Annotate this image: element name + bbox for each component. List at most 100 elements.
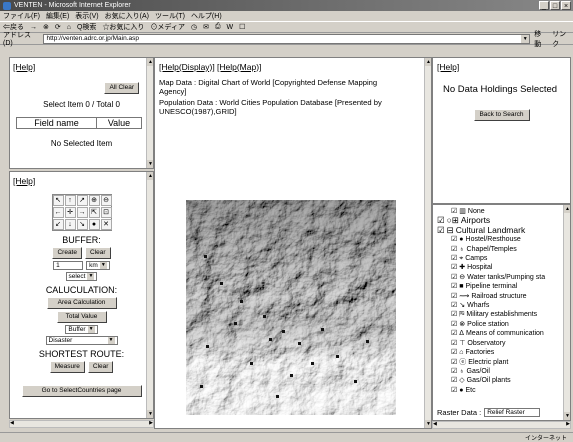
route-clear-button[interactable]: Clear — [87, 361, 114, 373]
pan-w-icon[interactable]: ← — [52, 207, 64, 218]
layer-checkbox[interactable]: ☑ — [451, 376, 457, 385]
layer-checkbox[interactable]: ☑ — [451, 339, 457, 348]
pan-se-icon[interactable]: ↘ — [76, 219, 88, 230]
legend-item[interactable]: ☑ ⟿ Railroad structure — [437, 292, 566, 301]
layer-checkbox[interactable]: ☑ — [451, 245, 457, 254]
legend-item[interactable]: ☑ ♁ Chapel/Temples — [437, 245, 566, 254]
legend-item[interactable]: ☑ ● Hostel/Resthouse — [437, 235, 566, 244]
legend-hscrollbar[interactable]: ◀ ▶ — [432, 421, 571, 429]
scroll-left-icon[interactable]: ◀ — [433, 421, 437, 427]
legend-item[interactable]: ☑ ♁ Gas/Oil — [437, 367, 566, 376]
menu-favorites[interactable]: お気に入り(A) — [105, 11, 149, 21]
pan-sw-icon[interactable]: ↙ — [52, 219, 64, 230]
refresh-icon[interactable]: ⟳ — [55, 23, 61, 31]
area-calculation-button[interactable]: Area Calculation — [46, 297, 117, 309]
scroll-up-icon[interactable]: ▲ — [425, 58, 431, 66]
legend-item[interactable]: ☑ ⊟ Cultural Landmark — [437, 225, 566, 235]
legend-item[interactable]: ☑ Δ Means of communication — [437, 329, 566, 338]
layer-checkbox[interactable]: ☑ — [451, 386, 457, 395]
buffer-target-select[interactable]: select ▼ — [65, 272, 98, 281]
mail-icon[interactable]: ✉ — [203, 23, 209, 31]
scroll-right-icon[interactable]: ▶ — [566, 421, 570, 427]
clear-icon[interactable]: ✕ — [100, 219, 112, 230]
legend-item[interactable]: ☑ ⊗ Police station — [437, 320, 566, 329]
maximize-button[interactable]: □ — [550, 1, 560, 10]
layer-checkbox[interactable]: ☑ — [451, 310, 457, 319]
selection-help-link[interactable]: [Help] — [13, 62, 35, 72]
legend-scrollbar[interactable]: ▲ ▼ — [563, 205, 570, 420]
legend-item[interactable]: ☑ ◇ Gas/Oil plants — [437, 376, 566, 385]
address-input[interactable]: http://venten.adrc.or.jp/Main.asp ▼ — [43, 33, 531, 44]
discuss-icon[interactable]: ☐ — [239, 23, 245, 31]
legend-item[interactable]: ☑ ⓔ Electric plant — [437, 358, 566, 367]
buffer-option-select[interactable]: Buffer ▼ — [65, 325, 98, 334]
stop-icon[interactable]: ⊗ — [43, 23, 49, 31]
scroll-right-icon[interactable]: ▶ — [149, 420, 153, 426]
legend-item[interactable]: ☑ ■ Pipeline terminal — [437, 282, 566, 291]
layer-checkbox[interactable]: ☑ — [451, 282, 457, 291]
total-value-button[interactable]: Total Value — [56, 311, 107, 323]
menu-help[interactable]: ヘルプ(H) — [191, 11, 222, 21]
pan-s-icon[interactable]: ↓ — [64, 219, 76, 230]
raster-data-select[interactable]: Relief Raster — [484, 408, 541, 417]
layer-checkbox[interactable]: ☑ — [437, 225, 445, 235]
media-button[interactable]: ⊙メディア — [150, 22, 185, 32]
legend-item[interactable]: ☑ ⌖ Camps — [437, 254, 566, 263]
scroll-up-icon[interactable]: ▲ — [147, 58, 153, 66]
pan-center-icon[interactable]: ✛ — [64, 207, 76, 218]
layer-checkbox[interactable]: ☑ — [451, 367, 457, 376]
layer-checkbox[interactable]: ☑ — [451, 254, 457, 263]
pan-n-icon[interactable]: ↑ — [64, 195, 76, 206]
links-button[interactable]: リンク — [552, 29, 573, 49]
address-url[interactable]: http://venten.adrc.or.jp/Main.asp — [46, 34, 139, 43]
go-button[interactable]: 移動 — [534, 29, 548, 49]
buffer-clear-button[interactable]: Clear — [84, 247, 111, 259]
minimize-button[interactable]: _ — [539, 1, 549, 10]
legend-item[interactable]: ☑ ● Etc — [437, 386, 566, 395]
selection-scrollbar[interactable]: ▲ ▼ — [146, 58, 153, 168]
legend-item[interactable]: ☑ ⛿ Military establishments — [437, 310, 566, 319]
menu-file[interactable]: ファイル(F) — [3, 11, 40, 21]
favorites-button[interactable]: ☆お気に入り — [102, 22, 144, 32]
relief-map-image[interactable] — [186, 200, 396, 415]
select-pointer-icon[interactable]: ⇱ — [88, 207, 100, 218]
scroll-up-icon[interactable]: ▲ — [147, 172, 153, 180]
legend-item[interactable]: ☑ ✚ Hospital — [437, 263, 566, 272]
back-to-search-button[interactable]: Back to Search — [473, 109, 530, 121]
layer-checkbox[interactable]: ☑ — [451, 301, 457, 310]
help-map-link[interactable]: [Help(Map)] — [217, 62, 261, 72]
layer-checkbox[interactable]: ☑ — [451, 358, 457, 367]
menu-view[interactable]: 表示(V) — [75, 11, 98, 21]
unit-select[interactable]: km ▼ — [86, 261, 110, 270]
map-scrollbar[interactable]: ▲ ▼ — [424, 58, 431, 428]
scroll-down-icon[interactable]: ▼ — [147, 160, 153, 168]
scroll-left-icon[interactable]: ◀ — [10, 420, 14, 426]
layer-checkbox[interactable]: ☑ — [451, 235, 457, 244]
scroll-down-icon[interactable]: ▼ — [425, 420, 431, 428]
pan-e-icon[interactable]: → — [76, 207, 88, 218]
zoom-in-icon[interactable]: ⊕ — [88, 195, 100, 206]
goto-select-countries-button[interactable]: Go to SelectCountries page — [21, 385, 142, 397]
layer-checkbox[interactable]: ☑ — [451, 292, 457, 301]
buffer-create-button[interactable]: Create — [52, 247, 82, 259]
scroll-down-icon[interactable]: ▼ — [564, 412, 570, 420]
legend-item[interactable]: ☑ ↘ Wharfs — [437, 301, 566, 310]
layer-checkbox[interactable]: ☑ — [451, 320, 457, 329]
layer-checkbox[interactable]: ☑ — [451, 273, 457, 282]
home-icon[interactable]: ⌂ — [67, 24, 71, 31]
relief-map-svg[interactable] — [186, 200, 396, 415]
layer-checkbox[interactable]: ☑ — [451, 263, 457, 272]
measure-button[interactable]: Measure — [49, 361, 85, 373]
search-button[interactable]: Q検索 — [77, 22, 96, 32]
pan-ne-icon[interactable]: ↗ — [76, 195, 88, 206]
pan-nw-icon[interactable]: ↖ — [52, 195, 64, 206]
edit-icon[interactable]: W — [227, 24, 234, 31]
disaster-select[interactable]: Disaster ▼ — [45, 336, 118, 345]
all-clear-button[interactable]: All Clear — [104, 82, 139, 94]
tools-hscrollbar[interactable]: ◀ ▶ — [9, 420, 154, 428]
menu-edit[interactable]: 編集(E) — [46, 11, 69, 21]
legend-item[interactable]: ☑ ⊖ Water tanks/Pumping sta — [437, 273, 566, 282]
layer-checkbox[interactable]: ☑ — [451, 348, 457, 357]
zoom-out-icon[interactable]: ⊖ — [100, 195, 112, 206]
print-icon[interactable]: ⎙ — [215, 23, 221, 31]
